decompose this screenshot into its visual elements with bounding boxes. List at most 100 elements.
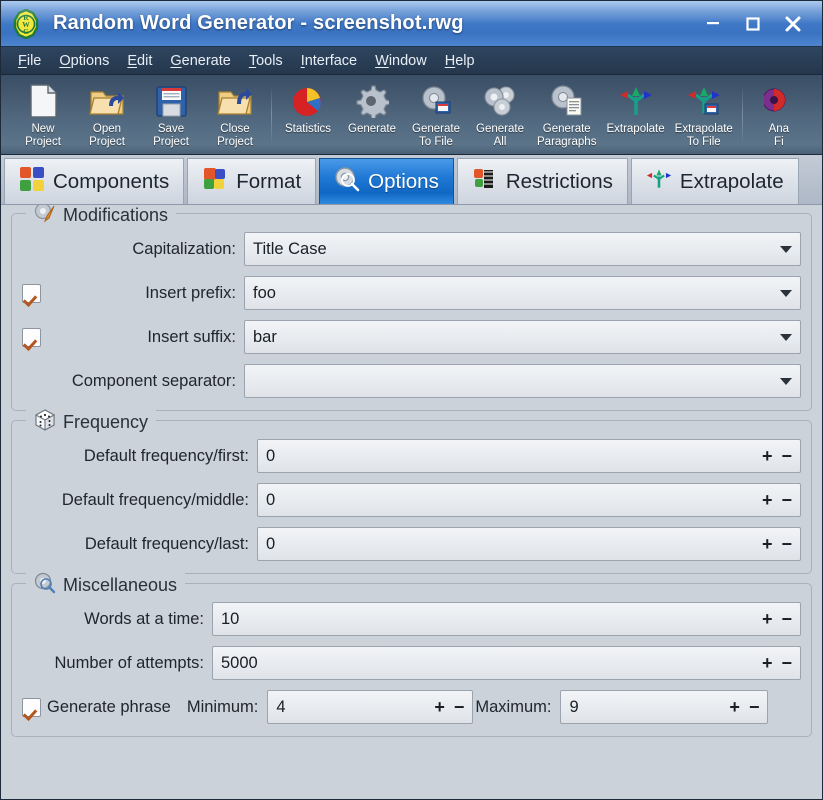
toolbar-button-new-project[interactable]: New Project [11, 79, 75, 149]
toolbar-button-close-project[interactable]: Close Project [203, 79, 267, 149]
insert-prefix-label: Insert prefix: [145, 283, 236, 302]
menu-item-generate[interactable]: Generate [161, 51, 239, 71]
window-title: Random Word Generator - screenshot.rwg [53, 12, 464, 34]
toolbar-button-generate-to-file[interactable]: Generate To File [404, 79, 468, 149]
toolbar-label: Statistics [284, 123, 331, 135]
tab-extrapolate[interactable]: Extrapolate [630, 158, 799, 204]
insert-prefix-checkbox[interactable] [22, 283, 41, 303]
decrement-button[interactable]: − [454, 698, 465, 716]
default-frequency-last-label: Default frequency/last: [84, 534, 249, 553]
tab-restrictions[interactable]: Restrictions [456, 158, 628, 204]
tab-label: Format [236, 169, 302, 193]
menu-item-window[interactable]: Window [366, 51, 436, 71]
increment-button[interactable]: + [434, 698, 445, 716]
decrement-button[interactable]: − [749, 698, 760, 716]
component-separator-label: Component separator: [71, 371, 236, 390]
tab-label: Options [368, 169, 439, 193]
default-frequency-middle-value: 0 [266, 490, 276, 509]
toolbar-label: Generate [348, 123, 396, 135]
maximum-spinner[interactable]: 9 + − [560, 690, 769, 724]
increment-button[interactable]: + [762, 610, 773, 628]
toolbar-button-open-project[interactable]: Open Project [75, 79, 139, 149]
decrement-button[interactable]: − [781, 447, 792, 465]
minimum-spinner[interactable]: 4 + − [267, 690, 474, 724]
chevron-down-icon[interactable] [780, 377, 792, 385]
component-separator-combobox[interactable] [244, 364, 801, 398]
decrement-button[interactable]: − [781, 654, 792, 672]
default-frequency-first-spinner[interactable]: 0 + − [257, 439, 801, 473]
toolbar-label: New Project [25, 123, 61, 148]
menu-item-options[interactable]: Options [50, 51, 118, 71]
gear-to-file-icon [419, 81, 453, 121]
menu-item-help[interactable]: Help [436, 51, 484, 71]
tab-options[interactable]: Options [319, 158, 454, 204]
capitalization-combobox[interactable]: Title Case [244, 232, 801, 266]
minimize-icon[interactable] [696, 8, 730, 40]
toolbar-button-analyze-first[interactable]: Ana Fi [747, 79, 811, 149]
default-frequency-middle-spinner[interactable]: 0 + − [257, 483, 801, 517]
default-frequency-first-label: Default frequency/first: [83, 446, 249, 465]
close-icon[interactable] [776, 8, 810, 40]
decrement-button[interactable]: − [781, 610, 792, 628]
toolbar-button-save-project[interactable]: Save Project [139, 79, 203, 149]
application-window: R W G Random Word Generator - screenshot… [0, 0, 823, 800]
spinner-buttons: + − [762, 610, 792, 628]
row-default-frequency-middle: Default frequency/middle: 0 + − [22, 483, 801, 517]
generate-phrase-checkbox[interactable] [22, 697, 41, 717]
menu-item-file[interactable]: File [9, 51, 50, 71]
number-of-attempts-spinner[interactable]: 5000 + − [212, 646, 801, 680]
default-frequency-middle-label: Default frequency/middle: [61, 490, 249, 509]
toolbar-button-generate-paragraphs[interactable]: Generate Paragraphs [532, 79, 601, 149]
toolbar-button-extrapolate[interactable]: Extrapolate [601, 79, 669, 136]
increment-button[interactable]: + [762, 654, 773, 672]
toolbar-button-statistics[interactable]: Statistics [276, 79, 340, 136]
gear-magnifier-icon [34, 572, 56, 599]
row-number-of-attempts: Number of attempts: 5000 + − [22, 646, 801, 680]
generate-phrase-label: Generate phrase [47, 697, 171, 716]
group-title: Miscellaneous [26, 572, 186, 599]
new-document-icon [26, 81, 60, 121]
menu-item-interface[interactable]: Interface [292, 51, 366, 71]
chevron-down-icon[interactable] [780, 333, 792, 341]
increment-button[interactable]: + [729, 698, 740, 716]
options-pane: Modifications Capitalization: Title Case… [1, 205, 822, 799]
default-frequency-last-spinner[interactable]: 0 + − [257, 527, 801, 561]
number-of-attempts-label: Number of attempts: [54, 653, 204, 672]
row-generate-phrase: Generate phrase Minimum: 4 + − Maximum: … [22, 690, 801, 724]
puzzle-pieces-icon [19, 166, 45, 197]
toolbar-label: Generate To File [412, 123, 460, 148]
insert-suffix-checkbox[interactable] [22, 327, 41, 347]
group-modifications: Modifications Capitalization: Title Case… [11, 205, 812, 411]
default-frequency-last-value: 0 [266, 534, 276, 553]
group-title: Modifications [26, 205, 177, 229]
toolbar-button-generate-all[interactable]: Generate All [468, 79, 532, 149]
maximize-icon[interactable] [736, 8, 770, 40]
decrement-button[interactable]: − [781, 491, 792, 509]
words-at-a-time-spinner[interactable]: 10 + − [212, 602, 801, 636]
tab-format[interactable]: Format [187, 158, 317, 204]
tab-components[interactable]: Components [4, 158, 185, 204]
title-bar: R W G Random Word Generator - screenshot… [1, 1, 822, 47]
spinner-buttons: + − [434, 698, 465, 716]
tab-label: Components [53, 169, 170, 193]
toolbar-label: Ana Fi [768, 123, 790, 148]
toolbar-button-generate[interactable]: Generate [340, 79, 404, 136]
increment-button[interactable]: + [762, 491, 773, 509]
increment-button[interactable]: + [762, 447, 773, 465]
close-folder-icon [217, 81, 253, 121]
group-frequency: Frequency Default frequency/first: 0 + −… [11, 409, 812, 574]
menu-item-tools[interactable]: Tools [240, 51, 292, 71]
chevron-down-icon[interactable] [780, 245, 792, 253]
insert-suffix-combobox[interactable]: bar [244, 320, 801, 354]
increment-button[interactable]: + [762, 535, 773, 553]
toolbar-label: Extrapolate To File [674, 123, 733, 148]
analyze-icon [763, 81, 794, 121]
decrement-button[interactable]: − [781, 535, 792, 553]
row-insert-prefix: Insert prefix: foo [22, 276, 801, 310]
chevron-down-icon[interactable] [780, 289, 792, 297]
floppy-disk-icon [155, 81, 188, 121]
window-controls [696, 8, 822, 40]
insert-prefix-combobox[interactable]: foo [244, 276, 801, 310]
menu-item-edit[interactable]: Edit [118, 51, 161, 71]
toolbar-button-extrapolate-to-file[interactable]: Extrapolate To File [670, 79, 738, 149]
